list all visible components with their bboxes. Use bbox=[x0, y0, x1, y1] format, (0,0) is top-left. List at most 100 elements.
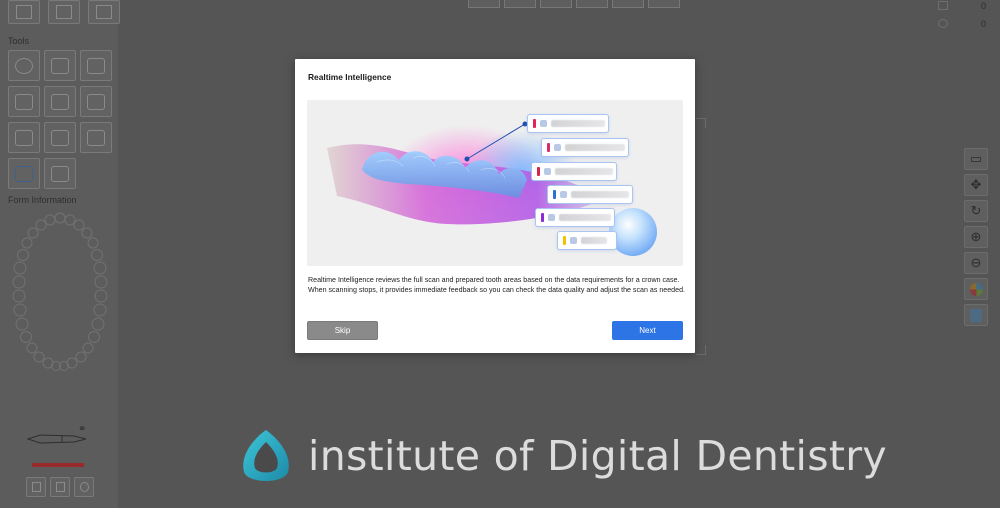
zoom-in-button[interactable]: ⊕ bbox=[964, 226, 988, 248]
blurred-value bbox=[555, 168, 613, 175]
blurred-value bbox=[559, 214, 611, 221]
counter-bottom: 0 bbox=[980, 19, 986, 29]
tooth-icon bbox=[570, 237, 577, 244]
hero-illustration bbox=[307, 100, 683, 266]
form-view-button[interactable] bbox=[48, 0, 80, 24]
video-icon bbox=[15, 129, 33, 146]
status-chip bbox=[541, 213, 544, 222]
form-information-heading: Form Information bbox=[8, 195, 77, 205]
tool-teeth[interactable] bbox=[44, 158, 76, 189]
status-chip bbox=[553, 190, 556, 199]
view-button-5[interactable] bbox=[612, 0, 644, 8]
tooth-icon bbox=[544, 168, 551, 175]
analysis-label-card-1 bbox=[527, 114, 609, 133]
realtime-intelligence-icon bbox=[15, 165, 33, 182]
texture-icon bbox=[970, 308, 982, 322]
comment-button[interactable]: ▭ bbox=[964, 148, 988, 170]
rotate-icon: ↻ bbox=[970, 203, 982, 218]
blurred-value bbox=[581, 237, 607, 244]
view-button-3[interactable] bbox=[540, 0, 572, 8]
analysis-label-card-3 bbox=[531, 162, 617, 181]
gear-icon bbox=[79, 482, 89, 492]
analysis-label-card-2 bbox=[541, 138, 629, 157]
brush-icon bbox=[51, 57, 69, 74]
tool-realtime-intelligence[interactable] bbox=[8, 158, 40, 189]
watermark-text: institute of Digital Dentistry bbox=[308, 432, 887, 480]
tooth-chart[interactable] bbox=[8, 208, 112, 378]
realtime-intelligence-dialog: Realtime Intelligence Realtime Intellige… bbox=[295, 59, 695, 353]
link-icon[interactable]: ⚭ bbox=[78, 424, 86, 435]
tools-grid bbox=[8, 50, 112, 189]
texture-button[interactable] bbox=[964, 304, 988, 326]
dental-scan-illustration bbox=[327, 121, 657, 256]
analysis-label-card-5 bbox=[535, 208, 615, 227]
edit-view-button[interactable] bbox=[88, 0, 120, 24]
view-button-1[interactable] bbox=[468, 0, 500, 8]
settings-button[interactable] bbox=[74, 477, 94, 497]
blurred-value bbox=[551, 120, 605, 127]
color-map-button[interactable] bbox=[964, 278, 988, 300]
comment-icon: ▭ bbox=[969, 151, 983, 166]
tool-search[interactable] bbox=[44, 86, 76, 117]
institute-logo-icon bbox=[243, 430, 289, 481]
skip-button[interactable]: Skip bbox=[307, 321, 378, 340]
teeth-icon bbox=[51, 165, 69, 182]
analysis-label-card-4 bbox=[547, 185, 633, 204]
tool-corner[interactable] bbox=[80, 122, 112, 153]
dialog-title: Realtime Intelligence bbox=[308, 72, 392, 82]
form-icon bbox=[56, 5, 72, 19]
clock-icon bbox=[938, 19, 948, 28]
tool-video[interactable] bbox=[8, 122, 40, 153]
status-chip bbox=[533, 119, 536, 128]
right-toolbar: ▭ ✥ ↻ ⊕ ⊖ bbox=[964, 148, 988, 326]
zoom-in-icon: ⊕ bbox=[970, 229, 982, 244]
document-icon bbox=[55, 482, 65, 492]
view-button-4[interactable] bbox=[576, 0, 608, 8]
tooth-icon bbox=[560, 191, 567, 198]
search-icon bbox=[51, 93, 69, 110]
tooth-icon bbox=[554, 144, 561, 151]
status-chip bbox=[537, 167, 540, 176]
dialog-description: Realtime Intelligence reviews the full s… bbox=[308, 276, 685, 295]
left-panel: Tools Form Information ⚭ bbox=[0, 0, 120, 508]
tooth-icon bbox=[548, 214, 555, 221]
pan-button[interactable]: ✥ bbox=[964, 174, 988, 196]
layers-icon bbox=[87, 57, 105, 74]
tool-screens[interactable] bbox=[8, 86, 40, 117]
zoom-out-icon: ⊖ bbox=[970, 255, 982, 270]
circle-lock-icon bbox=[15, 57, 33, 74]
counter-top: 0 bbox=[980, 1, 986, 11]
tooth-icon bbox=[540, 120, 547, 127]
viewport-corner bbox=[696, 118, 706, 128]
zoom-out-button[interactable]: ⊖ bbox=[964, 252, 988, 274]
tool-camera[interactable] bbox=[44, 122, 76, 153]
tools-heading: Tools bbox=[8, 36, 30, 46]
select-area-button[interactable] bbox=[8, 0, 40, 24]
camera-icon bbox=[51, 129, 69, 146]
view-button-2[interactable] bbox=[504, 0, 536, 8]
tool-scan[interactable] bbox=[80, 86, 112, 117]
move-icon: ✥ bbox=[970, 177, 982, 192]
wand-button[interactable] bbox=[26, 477, 46, 497]
screens-icon bbox=[15, 93, 33, 110]
top-toolbar bbox=[468, 0, 680, 8]
view-button-6[interactable] bbox=[648, 0, 680, 8]
rotate-button[interactable]: ↻ bbox=[964, 200, 988, 222]
top-tool-row bbox=[8, 0, 120, 24]
status-chip bbox=[563, 236, 566, 245]
blurred-value bbox=[565, 144, 625, 151]
scan-icon bbox=[87, 93, 105, 110]
wand-icon bbox=[31, 482, 41, 492]
color-wheel-icon bbox=[969, 282, 983, 296]
viewport-corner bbox=[696, 345, 706, 355]
status-chip bbox=[547, 143, 550, 152]
next-button[interactable]: Next bbox=[612, 321, 683, 340]
tool-brush[interactable] bbox=[44, 50, 76, 81]
document-button[interactable] bbox=[50, 477, 70, 497]
copy-icon bbox=[938, 1, 948, 10]
edit-icon bbox=[96, 5, 112, 19]
tool-lock-circle[interactable] bbox=[8, 50, 40, 81]
analysis-label-card-6 bbox=[557, 231, 617, 250]
tool-layers[interactable] bbox=[80, 50, 112, 81]
scanner-status-bar bbox=[32, 463, 84, 467]
